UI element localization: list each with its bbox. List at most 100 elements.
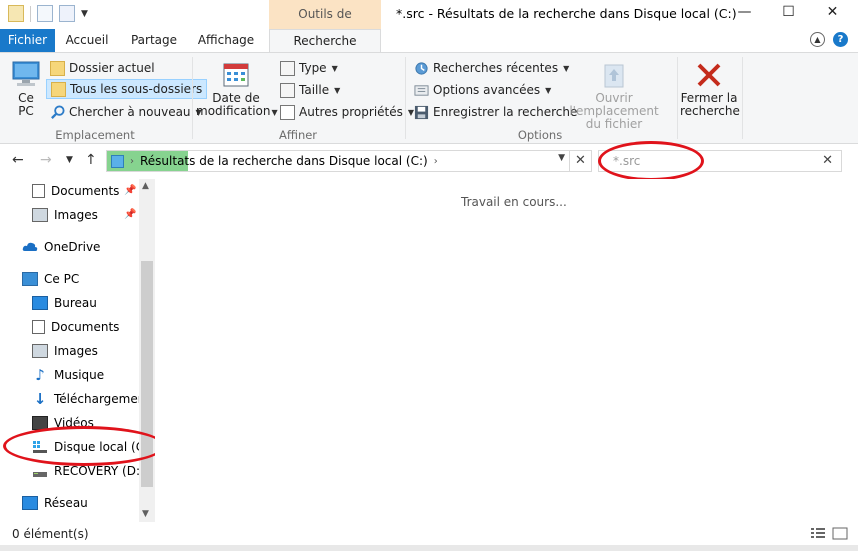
nav-label: Images	[54, 208, 98, 222]
size-label: Taille	[299, 83, 330, 97]
other-properties-button[interactable]: Autres propriétés ▼	[280, 102, 414, 122]
annotation-ellipse-search	[598, 141, 704, 181]
nav-label: Documents	[51, 184, 120, 198]
refine-group-label: Affiner	[278, 128, 318, 142]
options-group-label: Options	[517, 128, 563, 142]
maximize-button[interactable]: ☐	[766, 0, 811, 26]
back-arrow-icon[interactable]: ←	[12, 152, 24, 168]
computer-icon	[12, 61, 40, 86]
annotation-ellipse-local-disk	[3, 426, 165, 466]
help-icon[interactable]: ?	[833, 32, 848, 47]
nav-item-quick-documents[interactable]: Documents	[32, 180, 119, 202]
other-properties-label: Autres propriétés	[299, 105, 403, 119]
nav-item-music[interactable]: ♪ Musique	[32, 364, 104, 386]
large-icons-view-icon[interactable]	[832, 527, 848, 540]
drive-icon	[33, 472, 47, 477]
file-type-icon	[280, 60, 295, 76]
close-search-button[interactable]: Fermer la recherche	[680, 61, 740, 118]
nav-item-images[interactable]: Images	[32, 340, 98, 362]
properties-icon[interactable]	[37, 5, 53, 22]
nav-pane-scrollbar[interactable]: ▲ ▼	[139, 179, 155, 522]
folder-icon[interactable]	[8, 5, 24, 22]
nav-item-quick-images[interactable]: Images	[32, 204, 98, 226]
properties-icon	[280, 104, 295, 120]
desktop-icon	[32, 296, 48, 310]
pin-icon[interactable]: 📌	[124, 185, 136, 196]
address-bar[interactable]: › Résultats de la recherche dans Disque …	[106, 150, 592, 172]
breadcrumb-chevron-icon: ›	[130, 155, 134, 167]
cloud-icon	[22, 242, 38, 251]
calendar-icon	[223, 63, 249, 87]
breadcrumb-chevron-icon: ›	[433, 155, 438, 167]
chevron-down-icon[interactable]: ▼	[558, 153, 565, 163]
chevron-down-icon: ▼	[331, 63, 338, 73]
document-icon	[32, 184, 45, 198]
advanced-options-icon	[414, 84, 429, 96]
open-file-location-button[interactable]: Ouvrir l'emplacement du fichier	[556, 61, 672, 131]
search-tools-context-header: Outils de recherche	[269, 0, 381, 50]
item-count: 0 élément(s)	[12, 527, 89, 541]
close-search-icon	[697, 63, 721, 87]
minimize-ribbon-icon[interactable]: ▲	[810, 32, 825, 47]
up-arrow-icon[interactable]: ↑	[85, 152, 97, 168]
window-bottom-edge	[0, 545, 858, 551]
save-icon	[414, 105, 429, 119]
address-path: › Résultats de la recherche dans Disque …	[111, 152, 438, 170]
tab-search[interactable]: Recherche	[269, 29, 381, 53]
advanced-options-button[interactable]: Options avancées ▼	[414, 80, 551, 100]
scroll-down-icon[interactable]: ▼	[142, 509, 149, 519]
nav-item-documents[interactable]: Documents	[32, 316, 119, 338]
nav-item-downloads[interactable]: ↓ Téléchargement	[32, 388, 150, 410]
nav-item-onedrive[interactable]: OneDrive	[22, 236, 100, 258]
current-folder-label: Dossier actuel	[69, 61, 155, 75]
images-icon	[32, 208, 48, 222]
nav-label: Images	[54, 344, 98, 358]
separator	[405, 57, 406, 139]
nav-label: Documents	[51, 320, 120, 334]
nav-label: Téléchargement	[54, 392, 151, 406]
nav-label: Musique	[54, 368, 105, 382]
close-button[interactable]: ✕	[810, 0, 855, 26]
network-icon	[22, 496, 38, 510]
tab-share[interactable]: Partage	[126, 29, 182, 52]
minimize-button[interactable]: —	[722, 0, 767, 26]
recent-locations-chevron-icon[interactable]: ▼	[66, 155, 73, 165]
nav-label: OneDrive	[44, 240, 101, 254]
folder-icon	[50, 60, 65, 76]
current-folder-button[interactable]: Dossier actuel	[50, 58, 155, 78]
customize-qat-icon[interactable]: ▼	[81, 9, 88, 19]
results-pane[interactable]: Travail en cours...	[155, 179, 858, 522]
file-size-icon	[280, 82, 295, 98]
details-view-icon[interactable]	[810, 527, 826, 540]
download-arrow-icon: ↓	[33, 390, 47, 408]
recent-searches-label: Recherches récentes	[433, 61, 559, 75]
clear-search-icon[interactable]: ✕	[822, 153, 833, 168]
nav-item-network[interactable]: Réseau	[22, 492, 88, 514]
search-results-icon	[111, 154, 124, 168]
nav-label: Ce PC	[44, 272, 80, 286]
this-pc-button[interactable]: Ce PC	[8, 59, 44, 118]
stop-search-button[interactable]: ✕	[569, 151, 591, 171]
navigation-row: ← → ▼ ↑ › Résultats de la recherche dans…	[0, 144, 858, 179]
search-again-button[interactable]: Chercher à nouveau ▼	[50, 102, 202, 122]
tab-home[interactable]: Accueil	[58, 29, 116, 52]
recent-searches-button[interactable]: Recherches récentes ▼	[414, 58, 569, 78]
nav-label: Bureau	[54, 296, 97, 310]
tab-file[interactable]: Fichier	[0, 29, 55, 52]
date-modified-button[interactable]: Date de modification▼	[196, 61, 278, 119]
save-search-button[interactable]: Enregistrer la recherche	[414, 102, 577, 122]
size-button[interactable]: Taille ▼	[280, 80, 340, 100]
breadcrumb[interactable]: Résultats de la recherche dans Disque lo…	[140, 154, 428, 168]
document-icon	[32, 320, 45, 334]
scroll-up-icon[interactable]: ▲	[142, 181, 149, 191]
forward-arrow-icon[interactable]: →	[40, 152, 52, 168]
tab-view[interactable]: Affichage	[194, 29, 258, 52]
type-button[interactable]: Type ▼	[280, 58, 338, 78]
this-pc-label-2: PC	[18, 104, 34, 118]
title-bar: ▼ Outils de recherche *.src - Résultats …	[0, 0, 858, 50]
nav-item-this-pc[interactable]: Ce PC	[22, 268, 79, 290]
pin-icon[interactable]: 📌	[124, 209, 136, 220]
nav-item-desktop[interactable]: Bureau	[32, 292, 97, 314]
new-folder-icon[interactable]	[59, 5, 75, 22]
all-subfolders-button[interactable]: Tous les sous-dossiers	[46, 79, 208, 99]
